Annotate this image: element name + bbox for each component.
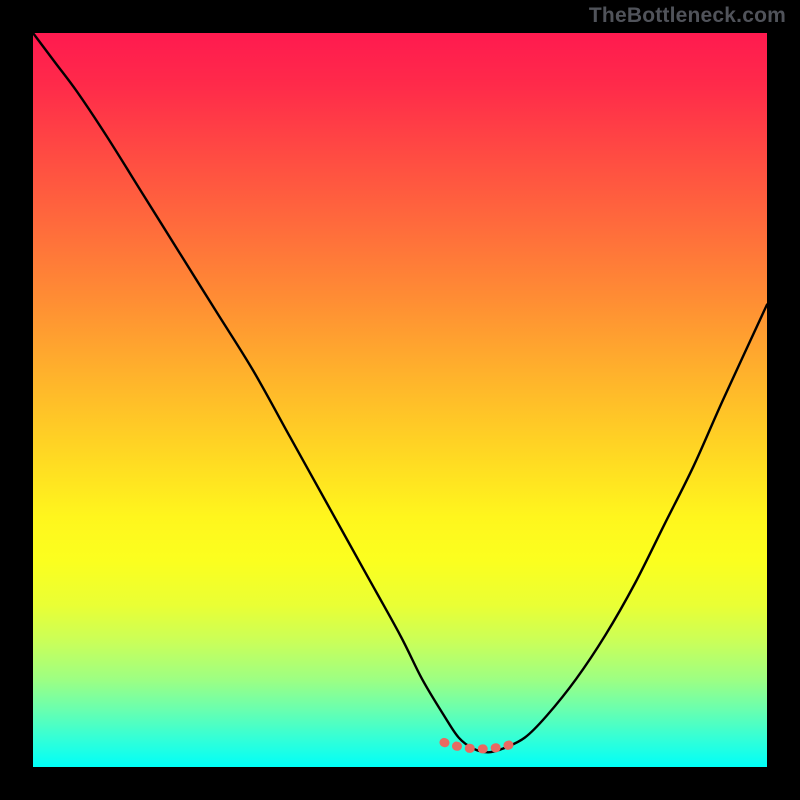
optimal-marker [444, 742, 517, 749]
bottleneck-curve [33, 33, 767, 752]
watermark-text: TheBottleneck.com [589, 4, 786, 28]
chart-frame: TheBottleneck.com [0, 0, 800, 800]
plot-area [33, 33, 767, 767]
chart-svg [33, 33, 767, 767]
